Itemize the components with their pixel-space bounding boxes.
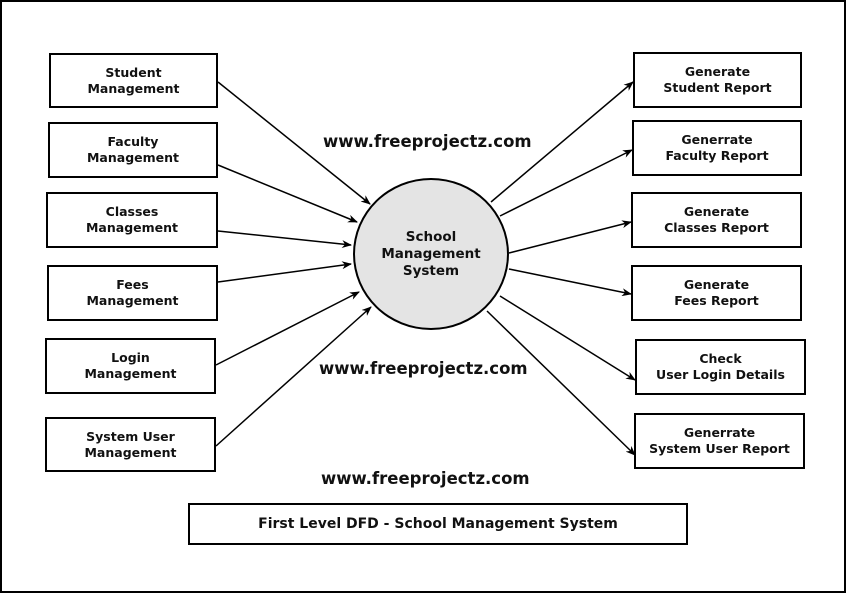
entity-check-user-login-details[interactable]: Check User Login Details bbox=[635, 339, 806, 395]
flow-arrow-faculty-to-process bbox=[217, 164, 358, 223]
entity-generate-student-report[interactable]: Generate Student Report bbox=[633, 52, 802, 108]
flow-arrow-fees-to-process bbox=[217, 261, 352, 283]
flow-arrow-process-to-fees-report bbox=[508, 268, 632, 297]
entity-faculty-management[interactable]: Faculty Management bbox=[48, 122, 218, 178]
entity-student-management[interactable]: Student Management bbox=[49, 53, 218, 108]
flow-arrow-classes-to-process bbox=[217, 230, 352, 249]
entity-generate-faculty-report[interactable]: Generrate Faculty Report bbox=[632, 120, 802, 176]
flow-arrow-login-to-process bbox=[215, 291, 360, 366]
watermark-bottom: www.freeprojectz.com bbox=[321, 469, 530, 488]
entity-fees-management[interactable]: Fees Management bbox=[47, 265, 218, 321]
flow-arrow-process-to-faculty-report bbox=[499, 149, 633, 217]
diagram-caption: First Level DFD - School Management Syst… bbox=[188, 503, 688, 545]
process-school-management-system[interactable]: School Management System bbox=[353, 178, 509, 330]
flow-arrow-process-to-system-user-report bbox=[486, 310, 636, 456]
flow-arrow-process-to-classes-report bbox=[508, 220, 632, 254]
entity-generate-system-user-report[interactable]: Generrate System User Report bbox=[634, 413, 805, 469]
entity-system-user-management[interactable]: System User Management bbox=[45, 417, 216, 472]
entity-classes-management[interactable]: Classes Management bbox=[46, 192, 218, 248]
watermark-middle: www.freeprojectz.com bbox=[319, 359, 528, 378]
watermark-top: www.freeprojectz.com bbox=[323, 132, 532, 151]
entity-generate-fees-report[interactable]: Generate Fees Report bbox=[631, 265, 802, 321]
entity-login-management[interactable]: Login Management bbox=[45, 338, 216, 394]
entity-generate-classes-report[interactable]: Generate Classes Report bbox=[631, 192, 802, 248]
